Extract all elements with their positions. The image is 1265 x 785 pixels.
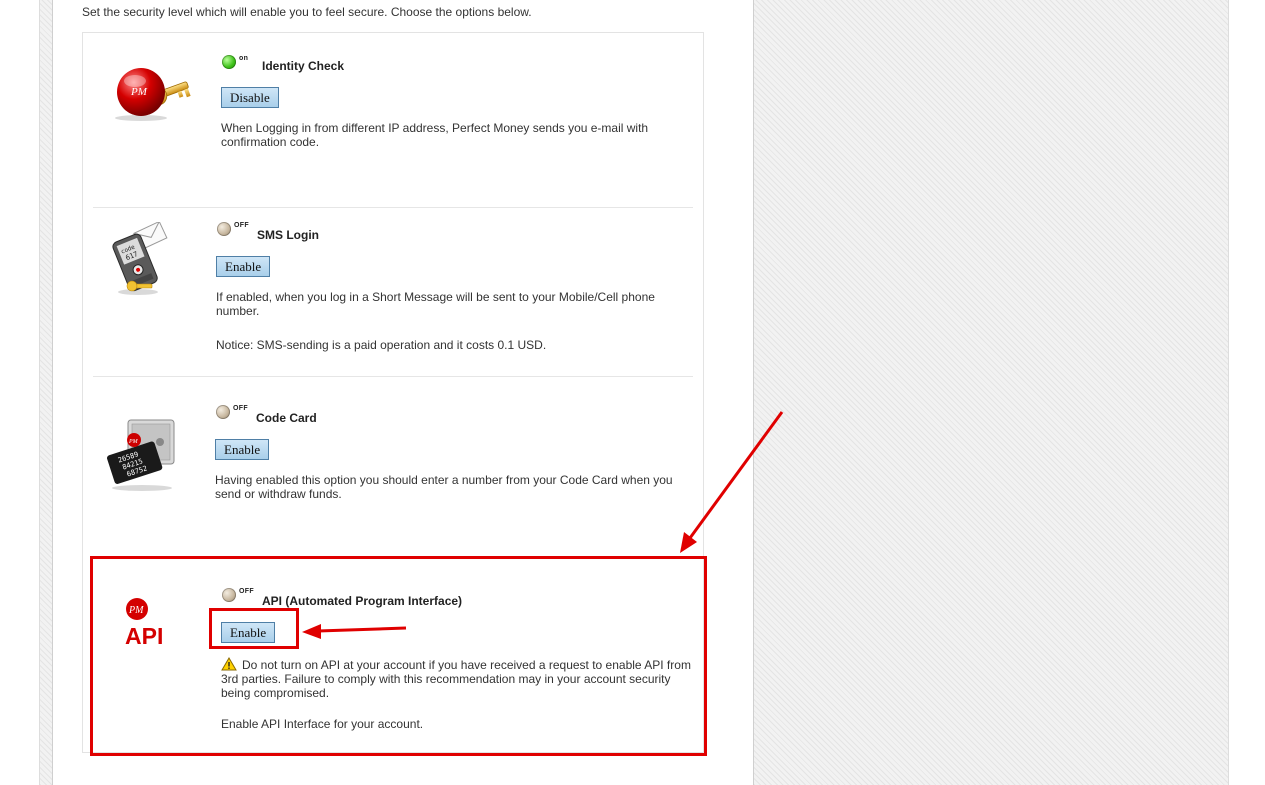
status-off-icon	[217, 222, 231, 236]
left-decorative-border	[39, 0, 53, 785]
divider	[93, 207, 693, 208]
identity-description: When Logging in from different IP addres…	[221, 121, 649, 149]
sms-enable-button[interactable]: Enable	[216, 256, 271, 277]
divider	[93, 376, 693, 377]
sms-notice: Notice: SMS-sending is a paid operation …	[216, 338, 547, 352]
codecard-status-label: OFF	[233, 404, 248, 412]
codecard-description: Having enabled this option you should en…	[215, 473, 673, 501]
enable-button-highlight-box	[209, 608, 299, 649]
sms-description: If enabled, when you log in a Short Mess…	[216, 290, 655, 318]
svg-text:PM: PM	[128, 439, 139, 445]
sms-status-label: OFF	[234, 221, 249, 229]
identity-check-title: Identity Check	[262, 59, 345, 73]
safe-codecard-icon: 26589 84215 68752 PM	[102, 414, 182, 494]
status-off-icon	[216, 405, 230, 419]
api-highlight-box	[90, 556, 707, 756]
sms-login-title: SMS Login	[257, 228, 319, 242]
identity-disable-button[interactable]: Disable	[221, 87, 279, 108]
phone-sms-icon: code 617	[108, 222, 184, 298]
codecard-enable-button[interactable]: Enable	[215, 439, 270, 460]
svg-text:PM: PM	[130, 86, 148, 98]
sms-status-indicator: OFF	[217, 222, 249, 236]
intro-text: Set the security level which will enable…	[82, 5, 532, 19]
status-on-icon	[222, 55, 236, 69]
identity-status-indicator: on	[222, 55, 248, 69]
pm-key-icon: PM	[107, 62, 195, 122]
identity-status-label: on	[239, 54, 249, 62]
code-card-title: Code Card	[256, 411, 317, 425]
right-sidebar-background	[753, 0, 1229, 785]
codecard-status-indicator: OFF	[216, 405, 248, 419]
